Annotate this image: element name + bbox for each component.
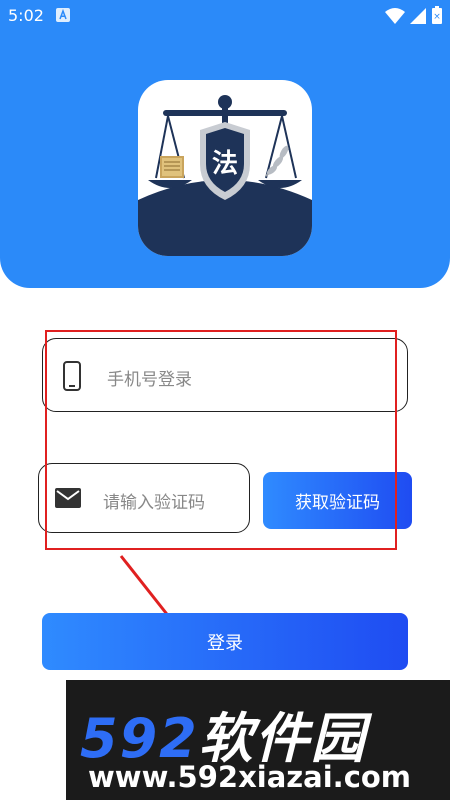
watermark-url: www.592xiazai.com [88, 760, 412, 794]
login-label: 登录 [207, 632, 243, 654]
notification-a-icon [56, 8, 70, 22]
logo-character: 法 [211, 149, 238, 179]
battery-icon: × [432, 6, 442, 24]
login-button[interactable]: 登录 [42, 613, 408, 670]
watermark-banner: 592软件园 www.592xiazai.com [66, 680, 450, 800]
status-time: 5:02 [8, 6, 44, 25]
annotation-highlight-box [45, 330, 397, 550]
header-banner: 5:02 × 法 [0, 0, 450, 288]
status-bar: 5:02 × [0, 0, 450, 32]
app-logo: 法 [138, 80, 312, 256]
svg-text:×: × [433, 12, 441, 22]
signal-icon [410, 8, 426, 24]
wifi-icon [385, 8, 405, 24]
